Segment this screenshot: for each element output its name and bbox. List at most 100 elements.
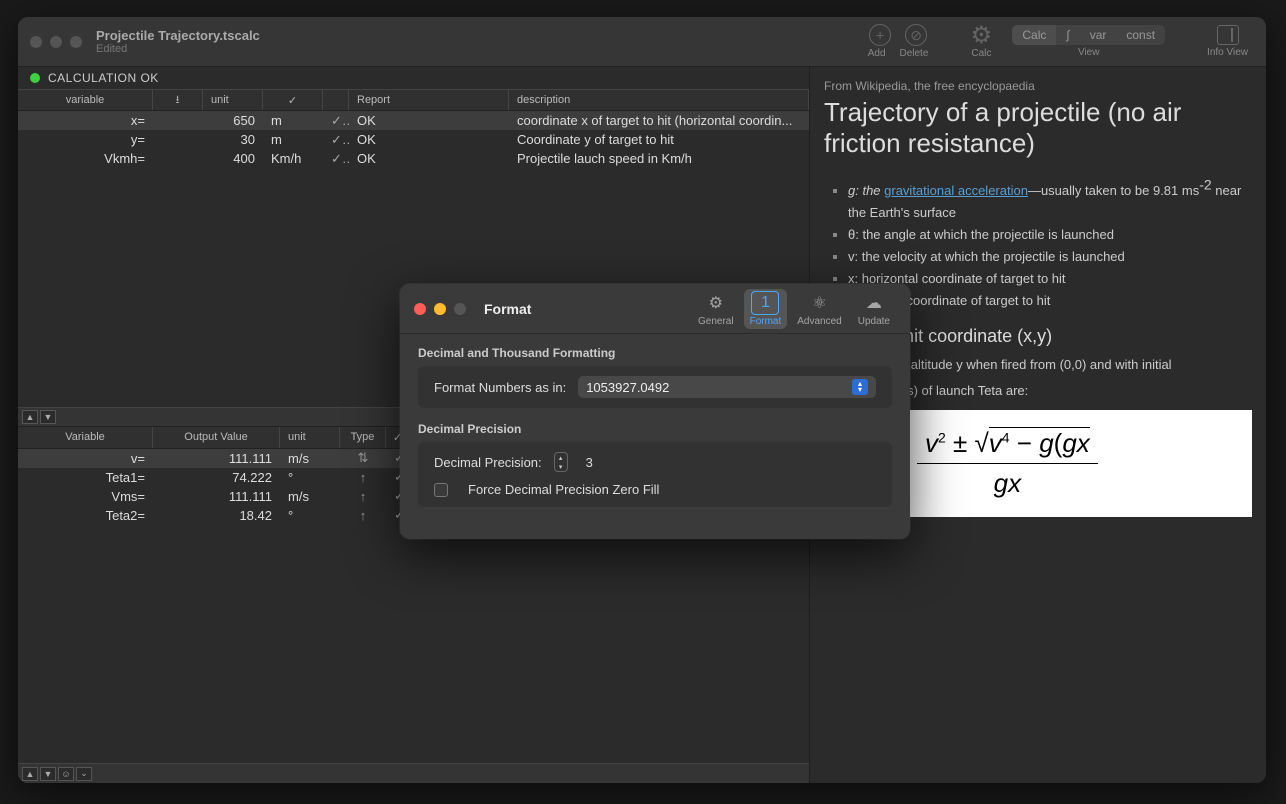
select-value: 1053927.0492 (586, 380, 669, 395)
cell-unit: m/s (280, 451, 340, 466)
close-button[interactable] (30, 36, 42, 48)
precision-value: 3 (586, 455, 593, 470)
col-output-value[interactable]: Output Value (153, 427, 280, 448)
cell-report: OK (349, 113, 509, 128)
col-output-unit[interactable]: unit (280, 427, 340, 448)
seg-const[interactable]: const (1116, 25, 1165, 45)
tab-label: Advanced (797, 316, 841, 327)
format-dialog: Format ⚙ General 1 Format ⚛ Advanced ☁ U… (400, 284, 910, 539)
cell-val: 74.222 (153, 470, 280, 485)
cell-unit: m (263, 113, 323, 128)
seg-calc[interactable]: Calc (1012, 25, 1056, 45)
type-icon: ⇅ (340, 450, 386, 466)
precision-label: Decimal Precision: (434, 455, 542, 470)
down-arrow-icon[interactable]: ▼ (40, 767, 56, 781)
format-section: Format Numbers as in: 1053927.0492 ▴▾ (418, 366, 892, 408)
list-item: θ: the angle at which the projectile is … (848, 224, 1252, 246)
tab-update[interactable]: ☁ Update (852, 289, 896, 329)
tab-advanced[interactable]: ⚛ Advanced (791, 289, 847, 329)
delete-label: Delete (899, 48, 928, 59)
type-icon: ↑ (340, 489, 386, 504)
info-view-label: Info View (1207, 47, 1248, 58)
up-arrow-icon[interactable]: ▲ (22, 767, 38, 781)
list-item: x: horizontal coordinate of target to hi… (848, 268, 1252, 290)
cell-var: x= (18, 113, 153, 128)
tab-label: Update (858, 316, 890, 327)
cell-unit: m (263, 132, 323, 147)
seg-var[interactable]: var (1080, 25, 1117, 45)
cell-val: 650 (153, 113, 263, 128)
cell-var: Teta2= (18, 508, 153, 523)
cell-desc: Coordinate y of target to hit (509, 132, 809, 147)
gear-icon[interactable]: ⚙ (970, 24, 992, 46)
seg-integral[interactable]: ∫ (1056, 25, 1079, 45)
titlebar: Projectile Trajectory.tscalc Edited + ⊘ … (18, 17, 1266, 67)
info-view-icon[interactable] (1217, 25, 1239, 45)
gravitational-link[interactable]: gravitational acceleration (884, 183, 1028, 198)
cell-desc: coordinate x of target to hit (horizonta… (509, 113, 809, 128)
check-icon: ✓ (323, 132, 349, 148)
smiley-icon[interactable]: ☺ (58, 767, 74, 781)
zoom-button[interactable] (70, 36, 82, 48)
cell-val: 400 (153, 151, 263, 166)
col-output-type[interactable]: Type (340, 427, 386, 448)
cell-val: 30 (153, 132, 263, 147)
chevron-down-icon[interactable]: ⌄ (76, 767, 92, 781)
cell-val: 18.42 (153, 508, 280, 523)
list-item: g: the gravitational acceleration—usuall… (848, 173, 1252, 224)
minimize-button[interactable] (50, 36, 62, 48)
format-icon: 1 (751, 291, 779, 315)
select-chevrons-icon: ▴▾ (852, 379, 868, 395)
cell-var: y= (18, 132, 153, 147)
wiki-title: Trajectory of a projectile (no air frict… (824, 97, 1252, 159)
format-select[interactable]: 1053927.0492 ▴▾ (578, 376, 876, 398)
advanced-icon: ⚛ (806, 291, 834, 315)
add-label: Add (868, 48, 886, 59)
traffic-lights (30, 36, 82, 48)
add-icon[interactable]: + (869, 24, 891, 46)
view-label: View (1078, 47, 1100, 58)
col-variable[interactable]: variable (18, 90, 153, 110)
dialog-minimize-button[interactable] (434, 303, 446, 315)
cloud-icon: ☁ (860, 291, 888, 315)
cell-unit: Km/h (263, 151, 323, 166)
col-description[interactable]: description (509, 90, 809, 110)
bottom-bar: ▲ ▼ ☺ ⌄ (18, 763, 809, 783)
dialog-close-button[interactable] (414, 303, 426, 315)
up-arrow-icon[interactable]: ▲ (22, 410, 38, 424)
section-label: Decimal Precision (418, 422, 892, 436)
check-icon: ✓ (323, 151, 349, 167)
text: v: the velocity at which the projectile … (848, 249, 1125, 264)
zero-fill-checkbox[interactable] (434, 483, 448, 497)
cell-var: Vms= (18, 489, 153, 504)
delete-icon[interactable]: ⊘ (905, 24, 927, 46)
col-unit[interactable]: unit (203, 90, 263, 110)
text: —usually taken to be 9.81 ms (1028, 183, 1199, 198)
cell-val: 111.111 (153, 489, 280, 504)
view-segment[interactable]: Calc ∫ var const (1012, 25, 1165, 45)
down-arrow-icon[interactable]: ▼ (40, 410, 56, 424)
dialog-zoom-button[interactable] (454, 303, 466, 315)
cell-report: OK (349, 132, 509, 147)
cell-var: Vkmh= (18, 151, 153, 166)
table-row[interactable]: y= 30 m ✓ OK Coordinate y of target to h… (18, 130, 809, 149)
type-icon: ↑ (340, 470, 386, 485)
check-header-icon: ✓ (288, 94, 297, 107)
precision-stepper[interactable]: ▴▾ (554, 452, 568, 472)
status-text: CALCULATION OK (48, 71, 159, 85)
table-row[interactable]: x= 650 m ✓ OK coordinate x of target to … (18, 111, 809, 130)
dialog-titlebar: Format ⚙ General 1 Format ⚛ Advanced ☁ U… (400, 284, 910, 334)
tab-general[interactable]: ⚙ General (692, 289, 740, 329)
cell-unit: ° (280, 508, 340, 523)
table-row[interactable]: Vkmh= 400 Km/h ✓ OK Projectile lauch spe… (18, 149, 809, 168)
cell-val: 111.111 (153, 451, 280, 466)
section-label: Decimal and Thousand Formatting (418, 346, 892, 360)
zero-fill-label: Force Decimal Precision Zero Fill (468, 482, 659, 497)
tab-format[interactable]: 1 Format (744, 289, 788, 329)
tab-label: General (698, 316, 734, 327)
type-icon: ↑ (340, 508, 386, 523)
col-output-variable[interactable]: Variable (18, 427, 153, 448)
col-report[interactable]: Report (349, 90, 509, 110)
list-item: v: the velocity at which the projectile … (848, 246, 1252, 268)
cell-unit: m/s (280, 489, 340, 504)
